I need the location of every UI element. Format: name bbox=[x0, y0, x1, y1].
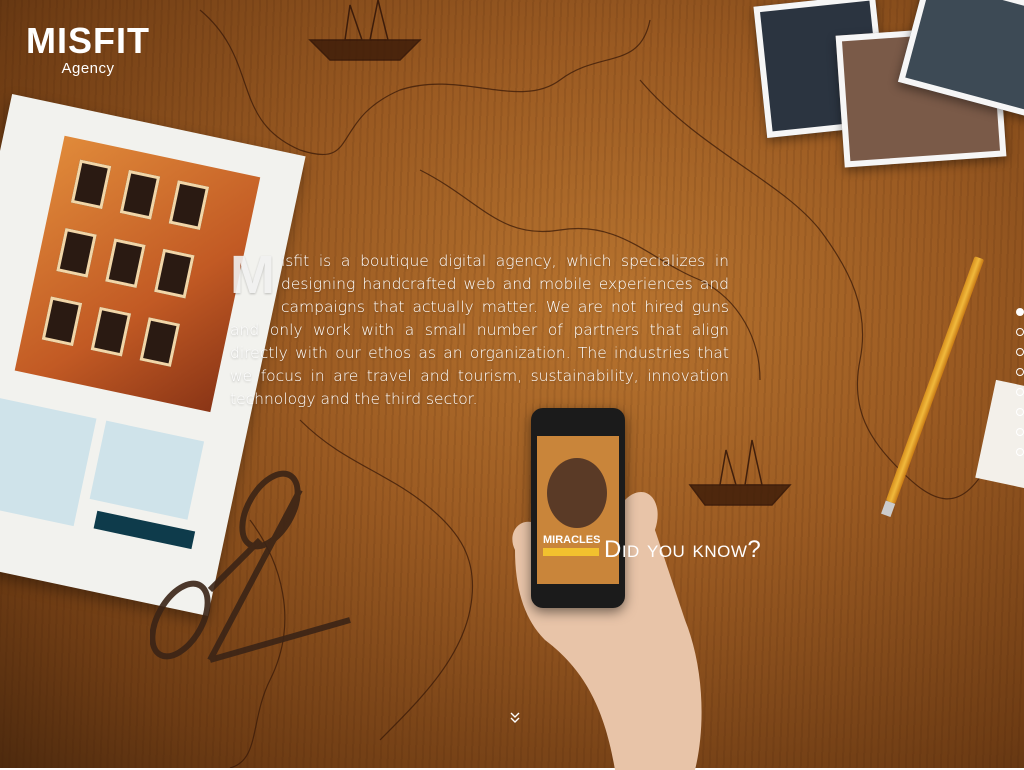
pager-dot[interactable] bbox=[1016, 328, 1024, 336]
pager-dot[interactable] bbox=[1016, 308, 1024, 316]
photo-prints-prop bbox=[753, 0, 1024, 180]
pager-dot[interactable] bbox=[1016, 388, 1024, 396]
pager-dot[interactable] bbox=[1016, 408, 1024, 416]
brand-tagline: Agency bbox=[61, 60, 115, 77]
magazine-map bbox=[0, 395, 97, 527]
phone-portrait bbox=[547, 458, 607, 528]
pager-dot[interactable] bbox=[1016, 448, 1024, 456]
smartphone-prop: MIRACLES bbox=[531, 408, 625, 608]
agency-intro: M isfit is a boutique digital agency, wh… bbox=[230, 245, 729, 411]
brand-name: MISFIT bbox=[26, 20, 150, 61]
intro-text: isfit is a boutique digital agency, whic… bbox=[230, 252, 729, 408]
brand-logo[interactable]: MISFIT Agency bbox=[22, 20, 154, 78]
phone-badge bbox=[543, 548, 599, 556]
phone-headline: MIRACLES bbox=[543, 534, 601, 546]
section-pager bbox=[1016, 308, 1024, 468]
double-chevron-down-icon[interactable] bbox=[508, 712, 522, 726]
pager-dot[interactable] bbox=[1016, 368, 1024, 376]
did-you-know-heading[interactable]: Did you know? bbox=[604, 536, 761, 564]
magazine-photo bbox=[14, 135, 261, 413]
pager-dot[interactable] bbox=[1016, 428, 1024, 436]
eyeglasses-prop bbox=[150, 470, 351, 663]
pager-dot[interactable] bbox=[1016, 348, 1024, 356]
intro-drop-cap: M bbox=[230, 245, 275, 305]
